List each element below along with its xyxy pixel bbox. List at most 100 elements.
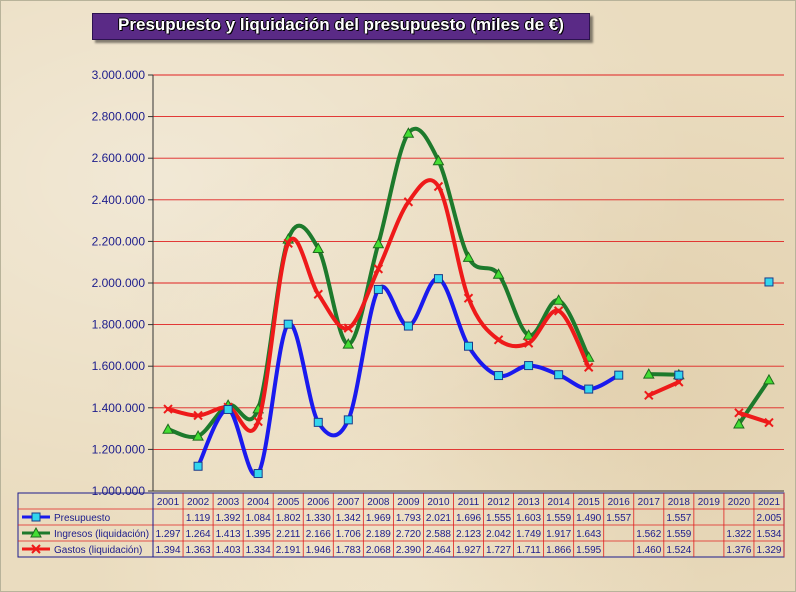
legend-key-ingresos bbox=[22, 526, 50, 538]
y-tick-label: 1.600.000 bbox=[92, 359, 146, 373]
table-cell-value: 1.322 bbox=[726, 529, 751, 540]
table-cell-value: 1.562 bbox=[636, 529, 661, 540]
data-point-presupuesto bbox=[283, 319, 293, 329]
data-point-presupuesto bbox=[313, 417, 323, 427]
y-tick-label: 1.400.000 bbox=[92, 401, 146, 415]
table-cell-value: 2.021 bbox=[426, 513, 451, 524]
table-cell-value: 2.166 bbox=[306, 529, 331, 540]
data-point-presupuesto bbox=[31, 512, 41, 522]
y-tick-label: 1.200.000 bbox=[92, 442, 146, 456]
table-cell-value: 1.363 bbox=[186, 545, 211, 556]
table-cell-value: 1.460 bbox=[636, 545, 661, 556]
table-cell-value: 1.802 bbox=[276, 513, 301, 524]
table-cell-value: 2.189 bbox=[366, 529, 391, 540]
table-cell-value: 2.068 bbox=[366, 545, 391, 556]
data-point-presupuesto bbox=[494, 371, 504, 381]
table-cell-value: 1.394 bbox=[156, 545, 181, 556]
table-cell-value: 1.727 bbox=[486, 545, 511, 556]
series-line-gastos-group bbox=[163, 178, 774, 433]
table-cell-value: 1.557 bbox=[666, 513, 691, 524]
data-point-presupuesto bbox=[554, 370, 564, 380]
y-tick-label: 2.800.000 bbox=[92, 110, 146, 124]
table-cell-value: 1.696 bbox=[456, 513, 481, 524]
table-cell-value: 1.413 bbox=[216, 529, 241, 540]
table-header-year: 2021 bbox=[758, 497, 781, 508]
y-tick-label: 2.000.000 bbox=[92, 276, 146, 290]
data-point-presupuesto bbox=[403, 321, 413, 331]
data-point-presupuesto bbox=[223, 404, 233, 414]
table-header-year: 2014 bbox=[548, 497, 571, 508]
table-header-year: 2008 bbox=[367, 497, 390, 508]
table-cell-value: 1.559 bbox=[666, 529, 691, 540]
table-header-year: 2007 bbox=[337, 497, 360, 508]
table-cell-value: 1.559 bbox=[546, 513, 571, 524]
data-point-presupuesto bbox=[524, 361, 534, 371]
table-cell-value: 2.211 bbox=[276, 529, 301, 540]
data-point-presupuesto bbox=[674, 370, 684, 380]
table-cell-value: 1.643 bbox=[576, 529, 601, 540]
table-cell-value: 1.793 bbox=[396, 513, 421, 524]
table-cell-value: 1.555 bbox=[486, 513, 511, 524]
series-line-gastos bbox=[166, 178, 591, 433]
table-header-year: 2013 bbox=[517, 497, 540, 508]
legend-label: Gastos (liquidación) bbox=[54, 545, 142, 556]
legend-key-presupuesto bbox=[22, 512, 50, 522]
table-cell-value: 1.603 bbox=[516, 513, 541, 524]
table-header-year: 2011 bbox=[458, 497, 480, 508]
table-header-year: 2016 bbox=[608, 497, 631, 508]
data-point-presupuesto bbox=[584, 384, 594, 394]
series-line-ingresos-group bbox=[162, 126, 775, 441]
table-cell-value: 1.595 bbox=[576, 545, 601, 556]
table-cell-value: 1.342 bbox=[336, 513, 361, 524]
data-point-presupuesto bbox=[433, 274, 443, 284]
table-header-year: 2003 bbox=[217, 497, 240, 508]
table-cell-value: 1.329 bbox=[756, 545, 781, 556]
table-cell-value: 2.390 bbox=[396, 545, 421, 556]
table-cell-value: 1.330 bbox=[306, 513, 331, 524]
table-cell-value: 2.042 bbox=[486, 529, 511, 540]
data-point-ingresos bbox=[372, 237, 385, 249]
table-header-year: 2012 bbox=[487, 497, 510, 508]
table-header-year: 2005 bbox=[277, 497, 300, 508]
table-header-year: 2001 bbox=[157, 497, 180, 508]
y-tick-label: 3.000.000 bbox=[92, 68, 146, 82]
series-line-ingresos bbox=[646, 372, 681, 377]
y-tick-label: 1.800.000 bbox=[92, 318, 146, 332]
table-header-year: 2009 bbox=[397, 497, 420, 508]
table-cell-value: 1.927 bbox=[456, 545, 481, 556]
table-cell-value: 1.917 bbox=[546, 529, 571, 540]
legend-label: Ingresos (liquidación) bbox=[54, 529, 149, 540]
y-tick-label: 1.000.000 bbox=[92, 484, 146, 498]
table-header-year: 2015 bbox=[578, 497, 601, 508]
table-header-year: 2002 bbox=[187, 497, 210, 508]
data-point-ingresos bbox=[763, 373, 775, 385]
table-cell-value: 1.376 bbox=[726, 545, 751, 556]
table-cell-value: 2.191 bbox=[276, 545, 301, 556]
table-cell-value: 1.334 bbox=[246, 545, 271, 556]
data-point-presupuesto bbox=[343, 415, 353, 425]
chart-svg: 1.000.000 1.200.000 1.400.000 1.600.000 1.80… bbox=[17, 68, 785, 558]
data-point-presupuesto bbox=[193, 461, 203, 471]
table-header-year: 2004 bbox=[247, 497, 270, 508]
data-point-presupuesto bbox=[464, 341, 473, 351]
y-tick-label: 2.600.000 bbox=[92, 151, 146, 165]
table-cell-value: 1.969 bbox=[366, 513, 391, 524]
table-header-year: 2010 bbox=[427, 497, 450, 508]
data-point-presupuesto bbox=[373, 284, 383, 294]
data-point-presupuesto bbox=[614, 370, 624, 380]
table-cell-value: 1.946 bbox=[306, 545, 331, 556]
table-cell-value: 1.749 bbox=[516, 529, 541, 540]
table-cell-value: 2.588 bbox=[426, 529, 451, 540]
table-cell-value: 1.557 bbox=[606, 513, 631, 524]
table-cell-value: 1.264 bbox=[186, 529, 211, 540]
table-header-year: 2019 bbox=[698, 497, 721, 508]
data-point-presupuesto bbox=[764, 277, 774, 287]
data-point-presupuesto bbox=[253, 469, 263, 479]
table-header-year: 2018 bbox=[668, 497, 691, 508]
table-cell-value: 1.524 bbox=[666, 545, 691, 556]
table-cell-value: 1.084 bbox=[246, 513, 271, 524]
table-header-year: 2017 bbox=[638, 497, 661, 508]
legend-label: Presupuesto bbox=[54, 513, 111, 524]
table-cell-value: 2.123 bbox=[456, 529, 481, 540]
legend-key-gastos bbox=[22, 544, 50, 554]
